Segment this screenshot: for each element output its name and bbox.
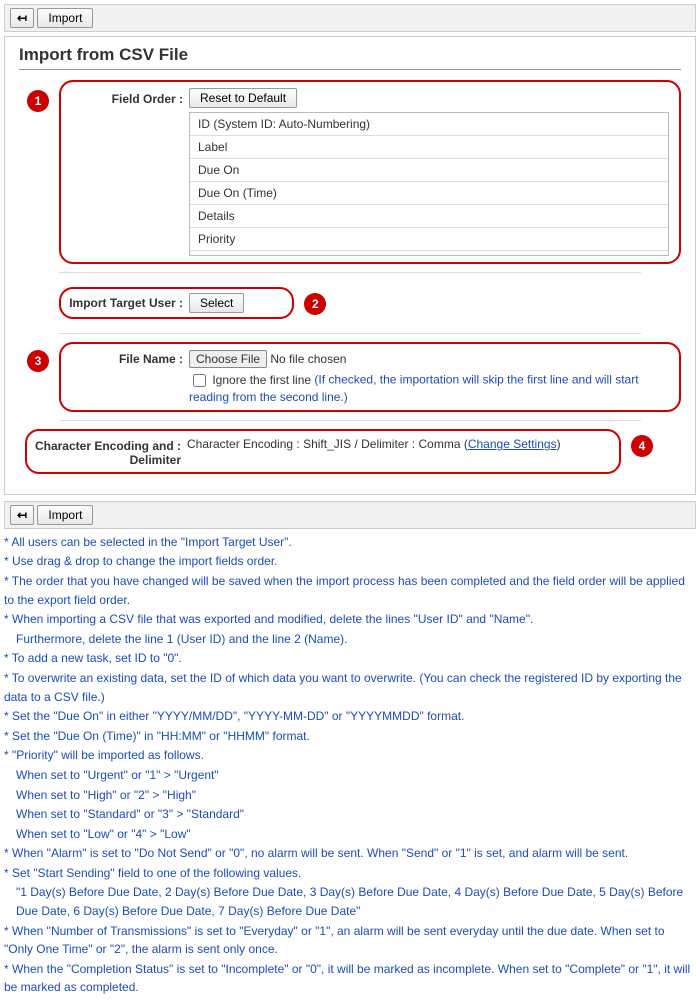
callout-badge-3: 3 [27, 350, 49, 372]
note-line: When set to "High" or "2" > "High" [4, 786, 696, 805]
target-user-section: Import Target User : Select 2 [59, 287, 294, 319]
back-button[interactable]: ↤ [10, 8, 34, 28]
note-line: * All users can be selected in the "Impo… [4, 533, 696, 552]
delimiter-value: Comma [418, 437, 460, 451]
callout-badge-1: 1 [27, 90, 49, 112]
top-toolbar: ↤ Import [4, 4, 696, 32]
note-line: When set to "Standard" or "3" > "Standar… [4, 805, 696, 824]
field-item[interactable]: Priority [190, 228, 668, 251]
divider [59, 272, 641, 273]
note-line: When set to "Low" or "4" > "Low" [4, 825, 696, 844]
divider [59, 420, 641, 421]
field-item[interactable]: Due On [190, 159, 668, 182]
note-line: * To overwrite an existing data, set the… [4, 669, 696, 706]
reset-default-button[interactable]: Reset to Default [189, 88, 297, 108]
note-line: * Set the "Due On" in either "YYYY/MM/DD… [4, 707, 696, 726]
choose-file-button[interactable]: Choose File [189, 350, 267, 368]
callout-badge-2: 2 [304, 293, 326, 315]
field-order-list[interactable]: ID (System ID: Auto-Numbering) Label Due… [189, 112, 669, 256]
note-line: Furthermore, delete the line 1 (User ID)… [4, 630, 696, 649]
file-chosen-text: No file chosen [270, 352, 346, 366]
import-button-bottom[interactable]: Import [37, 505, 93, 525]
note-line: * Set "Start Sending" field to one of th… [4, 864, 696, 883]
note-line: * The order that you have changed will b… [4, 572, 696, 609]
encoding-prefix: Character Encoding : [187, 437, 300, 451]
import-panel: Import from CSV File 1 Field Order : Res… [4, 36, 696, 495]
encoding-label: Character Encoding and : Delimiter [27, 435, 187, 468]
ignore-first-line-text: Ignore the first line [212, 373, 311, 387]
divider [59, 333, 641, 334]
note-line: When set to "Urgent" or "1" > "Urgent" [4, 766, 696, 785]
select-user-button[interactable]: Select [189, 293, 244, 313]
file-name-label: File Name : [61, 352, 189, 366]
encoding-value: Shift_JIS [303, 437, 351, 451]
file-name-section: 3 File Name : Choose File No file chosen… [59, 342, 681, 412]
delimiter-prefix: / Delimiter : [354, 437, 415, 451]
notes-section: * All users can be selected in the "Impo… [4, 533, 696, 997]
change-settings-link[interactable]: Change Settings [468, 437, 557, 451]
note-line: * To add a new task, set ID to "0". [4, 649, 696, 668]
field-order-label: Field Order : [61, 88, 189, 106]
back-button-bottom[interactable]: ↤ [10, 505, 34, 525]
callout-badge-4: 4 [631, 435, 653, 457]
note-line: * When importing a CSV file that was exp… [4, 610, 696, 629]
field-item[interactable]: Label [190, 136, 668, 159]
note-line: * Use drag & drop to change the import f… [4, 552, 696, 571]
bottom-toolbar: ↤ Import [4, 501, 696, 529]
field-item[interactable]: Reminder [190, 251, 668, 256]
target-user-label: Import Target User : [61, 296, 189, 310]
note-line: * Set the "Due On (Time)" in "HH:MM" or … [4, 727, 696, 746]
encoding-section: Character Encoding and : Delimiter Chara… [25, 429, 621, 474]
field-order-section: 1 Field Order : Reset to Default ID (Sys… [59, 80, 681, 264]
panel-title: Import from CSV File [19, 45, 681, 70]
note-line: * When "Alarm" is set to "Do Not Send" o… [4, 844, 696, 863]
note-line: * "Priority" will be imported as follows… [4, 746, 696, 765]
field-item[interactable]: Details [190, 205, 668, 228]
field-item[interactable]: Due On (Time) [190, 182, 668, 205]
note-line: "1 Day(s) Before Due Date, 2 Day(s) Befo… [4, 883, 696, 920]
ignore-first-line-checkbox[interactable] [193, 374, 206, 387]
note-line: * When the "Completion Status" is set to… [4, 960, 696, 997]
note-line: * When "Number of Transmissions" is set … [4, 922, 696, 959]
ignore-first-line-label[interactable]: Ignore the first line [189, 373, 314, 387]
field-item[interactable]: ID (System ID: Auto-Numbering) [190, 113, 668, 136]
import-button-top[interactable]: Import [37, 8, 93, 28]
